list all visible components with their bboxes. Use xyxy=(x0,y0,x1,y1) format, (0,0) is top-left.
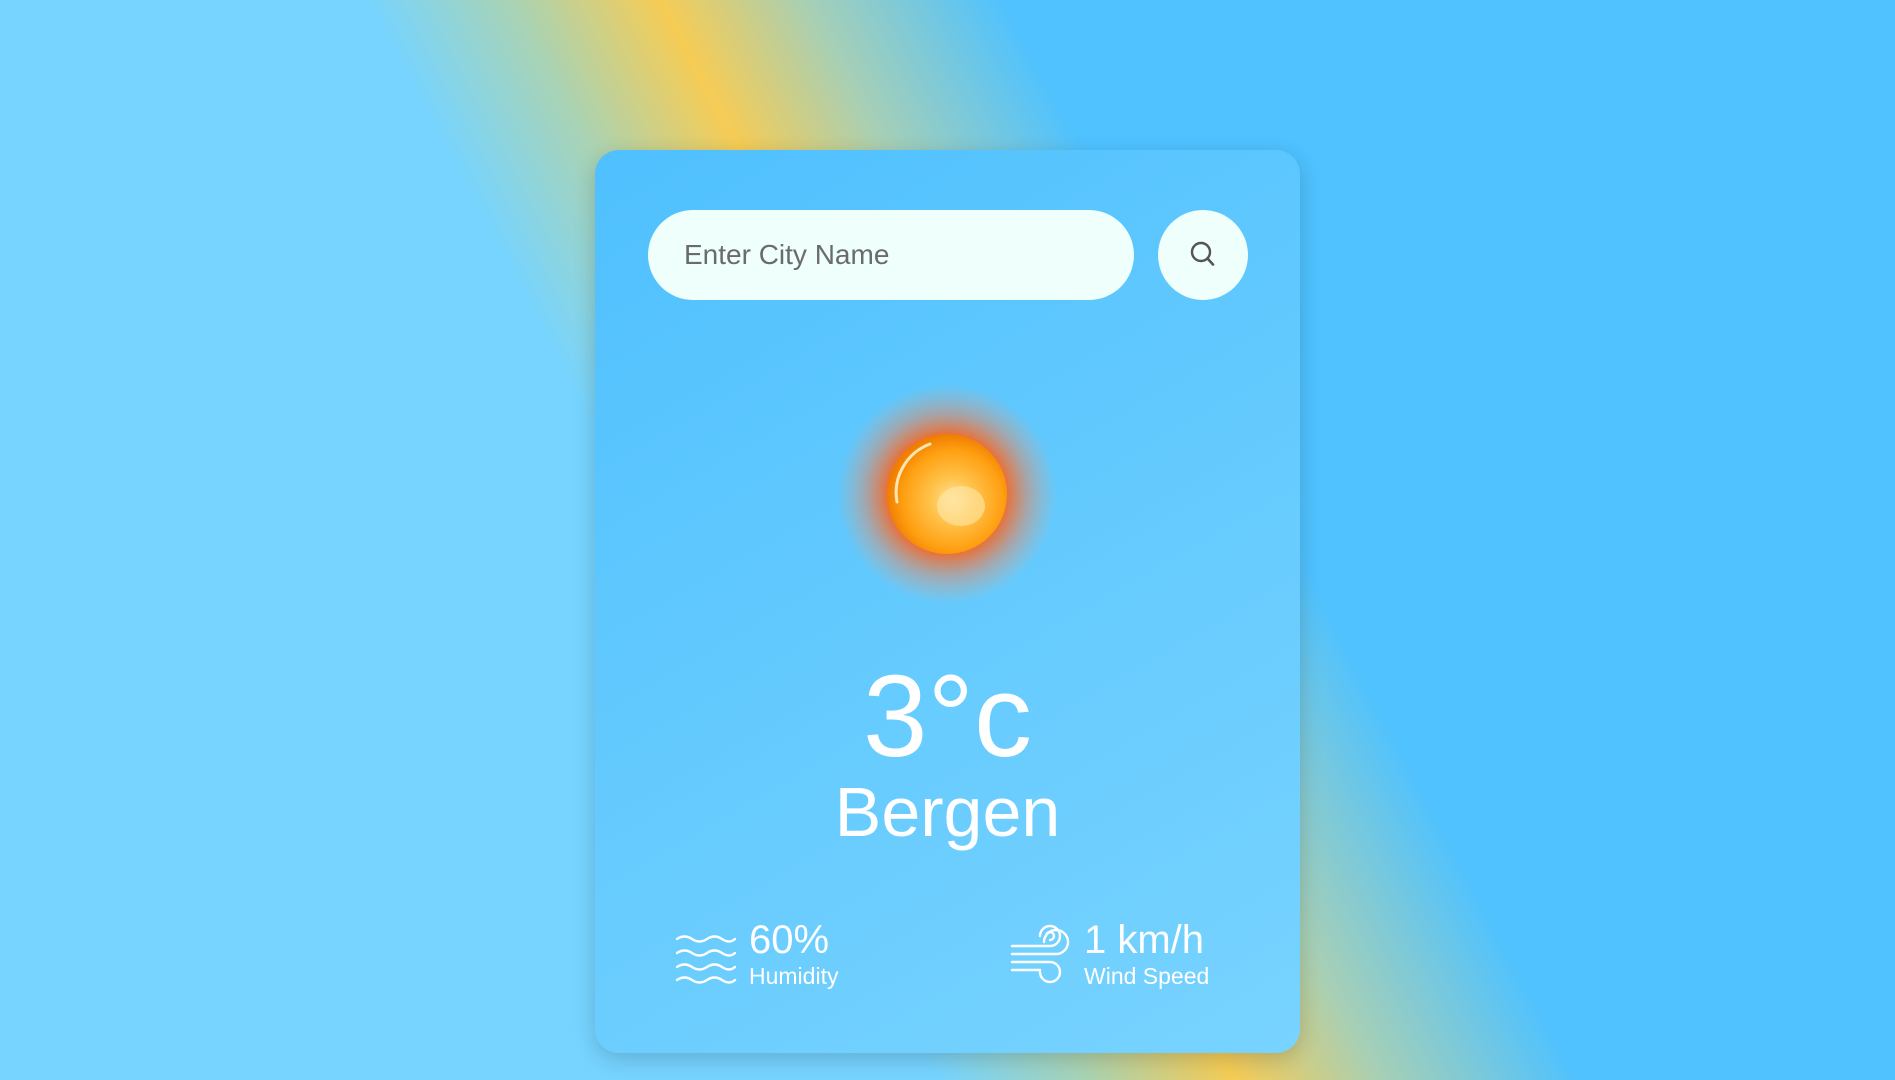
temperature: 3°c xyxy=(863,651,1032,781)
weather-card: 3°c Bergen 60% Humidity 1 xyxy=(595,150,1300,1053)
search-icon xyxy=(1190,241,1215,266)
search-input[interactable] xyxy=(648,210,1134,300)
wind-label: Wind Speed xyxy=(1084,963,1210,990)
search-bar xyxy=(648,210,1248,300)
wind-section: 1 km/h Wind Speed xyxy=(1010,915,1209,995)
wind-icon xyxy=(1010,924,1070,984)
wind-value: 1 km/h xyxy=(1084,918,1205,963)
search-button[interactable] xyxy=(1158,210,1248,300)
sun-icon xyxy=(835,382,1060,607)
humidity-label: Humidity xyxy=(749,963,839,990)
city-name: Bergen xyxy=(834,773,1061,851)
humidity-value: 60% xyxy=(749,918,830,963)
humidity-icon xyxy=(675,935,737,984)
humidity-section: 60% Humidity xyxy=(675,915,838,995)
